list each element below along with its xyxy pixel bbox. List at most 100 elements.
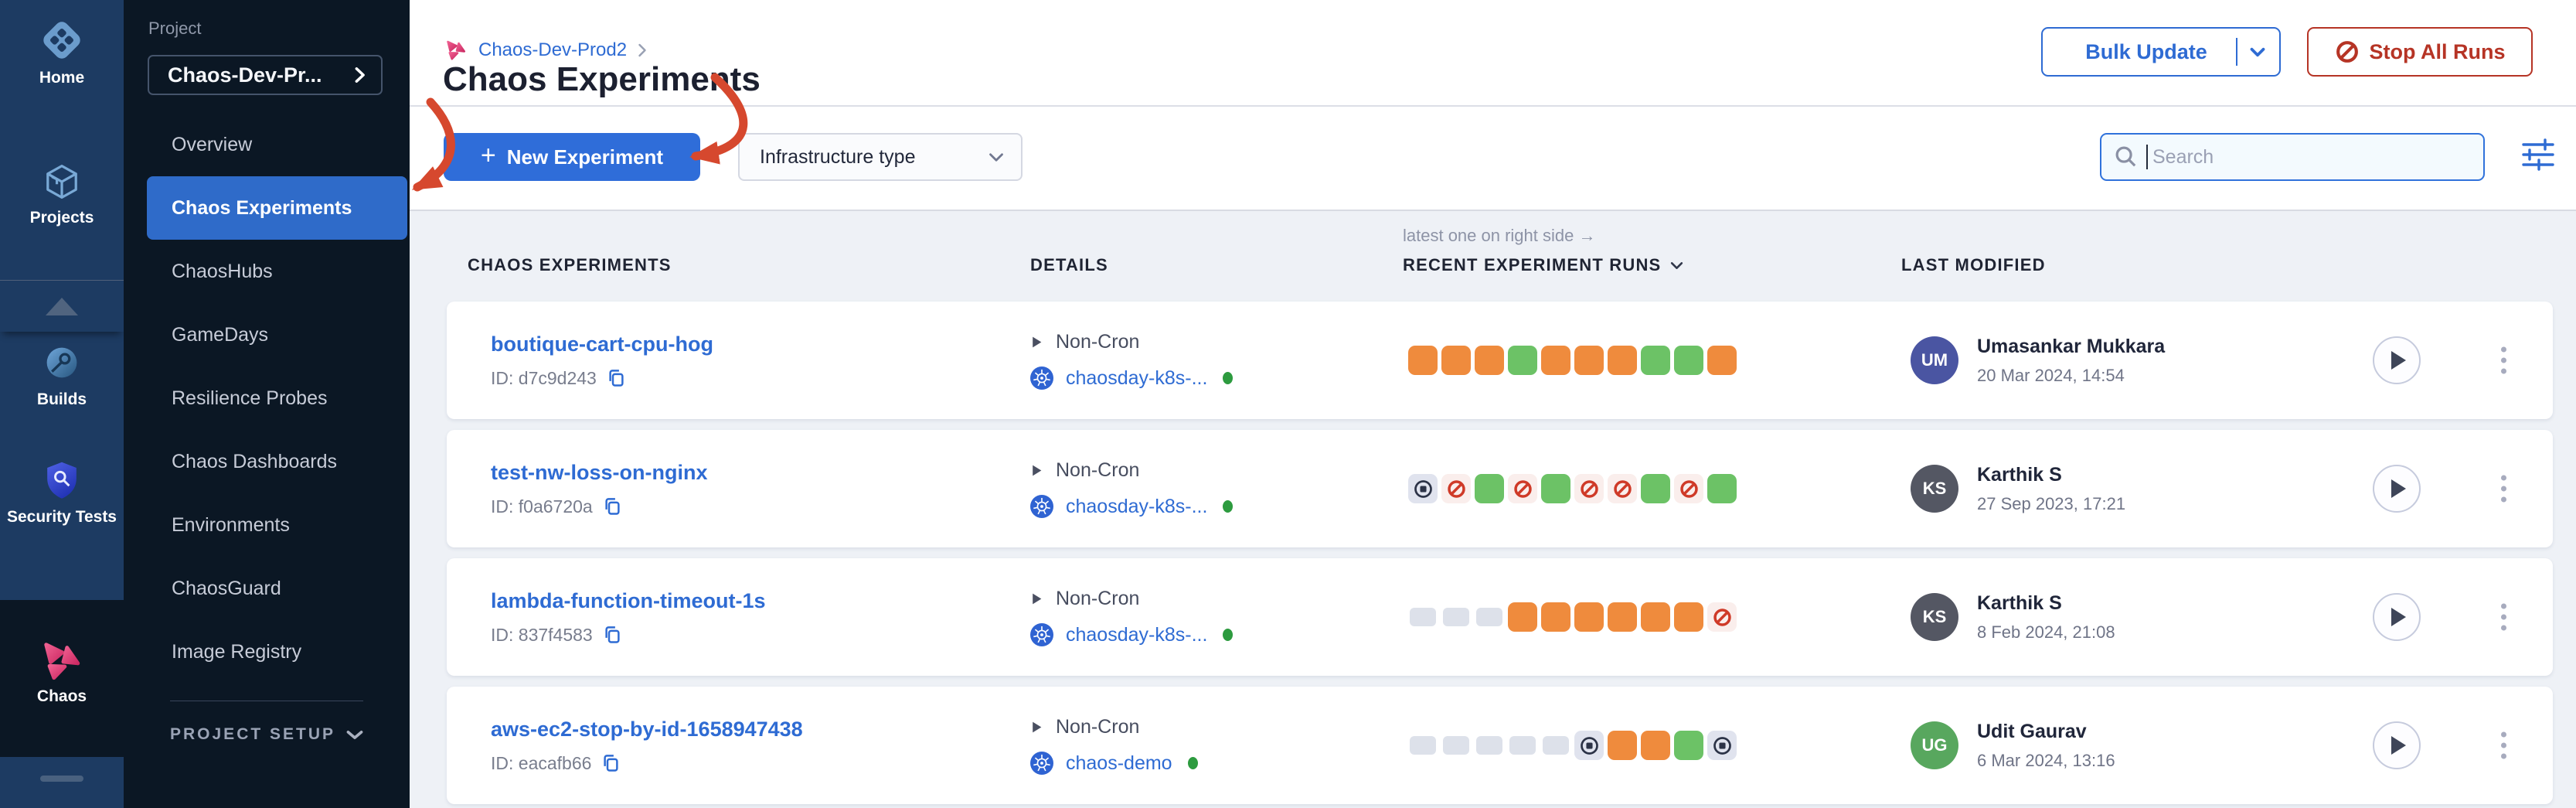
button-separator [2236,38,2237,66]
rail-item-projects[interactable]: Projects [0,159,124,227]
run-status-tile-warning[interactable] [1574,346,1604,375]
sidebar-item-chaoshubs[interactable]: ChaosHubs [124,240,410,303]
sidebar-item-chaos-dashboards[interactable]: Chaos Dashboards [124,430,410,493]
run-status-tile-success[interactable] [1641,346,1670,375]
run-status-tile-warning[interactable] [1608,602,1637,632]
experiment-name-cell: lambda-function-timeout-1sID: 837f4583 [491,558,766,676]
run-status-tile-warning[interactable] [1608,346,1637,375]
sidebar-item-chaosguard[interactable]: ChaosGuard [124,557,410,620]
run-status-tile-warning[interactable] [1608,731,1637,760]
chevron-down-icon[interactable] [2250,47,2265,57]
infrastructure-link[interactable]: chaosday-k8s-... [1066,496,1207,518]
modified-date: 20 Mar 2024, 14:54 [1977,366,2165,386]
user-name: Umasankar Mukkara [1977,336,2165,358]
experiment-name-link[interactable]: boutique-cart-cpu-hog [491,332,713,356]
run-status-tile-success[interactable] [1674,731,1703,760]
run-status-tile-success[interactable] [1541,474,1570,503]
run-status-tile-warning[interactable] [1574,602,1604,632]
stop-all-runs-button[interactable]: Stop All Runs [2307,27,2533,77]
module-overflow-handle[interactable] [40,776,83,782]
project-setup-toggle[interactable]: PROJECT SETUP [170,725,363,744]
infrastructure-link[interactable]: chaosday-k8s-... [1066,367,1207,390]
experiment-id: ID: eacafb66 [491,753,591,774]
sidebar-item-chaos-experiments[interactable]: Chaos Experiments [147,176,407,240]
run-status-tile-success[interactable] [1674,346,1703,375]
run-status-tile-warning[interactable] [1475,346,1504,375]
row-menu-button[interactable] [2496,728,2511,764]
sidebar-item-image-registry[interactable]: Image Registry [124,620,410,684]
sidebar-item-gamedays[interactable]: GameDays [124,303,410,366]
rail-item-chaos[interactable]: Chaos [0,639,124,706]
rail-item-label: Projects [0,209,124,227]
play-icon [1030,720,1043,735]
run-status-tile-error[interactable] [1608,474,1637,503]
run-status-tile-error[interactable] [1707,602,1737,632]
experiment-name-link[interactable]: aws-ec2-stop-by-id-1658947438 [491,718,803,742]
search-icon [2114,145,2139,173]
infrastructure-link[interactable]: chaosday-k8s-... [1066,624,1207,646]
rail-collapse-button[interactable] [0,281,124,332]
run-status-tile-warning[interactable] [1408,346,1438,375]
sidebar-item-environments[interactable]: Environments [124,493,410,557]
experiment-details-cell: Non-Cronchaosday-k8s-... [1030,302,1233,419]
run-status-tile-warning[interactable] [1674,602,1703,632]
copy-icon[interactable] [601,753,621,774]
infrastructure-link[interactable]: chaos-demo [1066,752,1172,775]
run-status-tile-success[interactable] [1707,474,1737,503]
run-status-tile-success[interactable] [1641,474,1670,503]
row-menu-button[interactable] [2496,471,2511,507]
copy-icon[interactable] [606,368,627,389]
run-status-tile-warning[interactable] [1541,602,1570,632]
sidebar-item-resilience-probes[interactable]: Resilience Probes [124,366,410,430]
rail-item-builds[interactable]: Builds [0,339,124,409]
run-status-tile-warning[interactable] [1641,731,1670,760]
run-status-tile-error[interactable] [1674,474,1703,503]
run-status-tile-warning[interactable] [1641,602,1670,632]
bulk-update-button[interactable]: Bulk Update [2041,27,2281,77]
run-status-tile-warning[interactable] [1541,346,1570,375]
new-experiment-button[interactable]: + New Experiment [444,133,700,181]
run-status-tile-error[interactable] [1508,474,1537,503]
table-row: test-nw-loss-on-nginxID: f0a6720aNon-Cro… [447,430,2553,547]
column-header-last-modified: LAST MODIFIED [1901,255,2046,275]
run-status-tile-error[interactable] [1441,474,1471,503]
experiment-name-link[interactable]: lambda-function-timeout-1s [491,589,766,613]
copy-icon[interactable] [602,496,623,517]
chevron-right-icon [638,43,647,57]
experiment-name-link[interactable]: test-nw-loss-on-nginx [491,461,707,485]
header-divider [410,105,2576,107]
play-icon [1030,592,1043,606]
rail-item-security-tests[interactable]: Security Tests [0,456,124,527]
project-selector[interactable]: Chaos-Dev-Pr... [148,55,383,95]
last-modified-cell: UMUmasankar Mukkara20 Mar 2024, 14:54 [1911,302,2165,419]
run-experiment-button[interactable] [2373,721,2421,769]
row-menu-button[interactable] [2496,343,2511,379]
run-status-tile-success[interactable] [1475,474,1504,503]
run-status-tile-stopped[interactable] [1707,731,1737,760]
run-status-tile-stopped[interactable] [1408,474,1438,503]
run-experiment-button[interactable] [2373,593,2421,641]
row-menu-button[interactable] [2496,599,2511,636]
run-status-tile-error[interactable] [1574,474,1604,503]
avatar: KS [1911,465,1958,513]
filter-button[interactable] [2519,136,2557,173]
security-tests-icon [38,494,86,507]
rail-item-home[interactable]: Home [0,15,124,87]
run-experiment-button[interactable] [2373,336,2421,384]
copy-icon[interactable] [602,625,623,646]
infrastructure-type-select[interactable]: Infrastructure type [738,133,1023,181]
kubernetes-icon [1030,495,1053,518]
sidebar-item-overview[interactable]: Overview [124,113,410,176]
run-experiment-button[interactable] [2373,465,2421,513]
run-status-tile-stopped[interactable] [1574,731,1604,760]
run-status-tile-warning[interactable] [1441,346,1471,375]
play-icon [1030,335,1043,349]
search-box [2100,133,2485,181]
breadcrumb-project-link[interactable]: Chaos-Dev-Prod2 [478,39,627,61]
run-status-tile-warning[interactable] [1707,346,1737,375]
column-header-runs-sort[interactable]: RECENT EXPERIMENT RUNS [1403,255,1683,275]
stop-all-runs-label: Stop All Runs [2370,40,2506,64]
run-status-tile-success[interactable] [1508,346,1537,375]
search-input[interactable] [2100,133,2485,181]
run-status-tile-warning[interactable] [1508,602,1537,632]
